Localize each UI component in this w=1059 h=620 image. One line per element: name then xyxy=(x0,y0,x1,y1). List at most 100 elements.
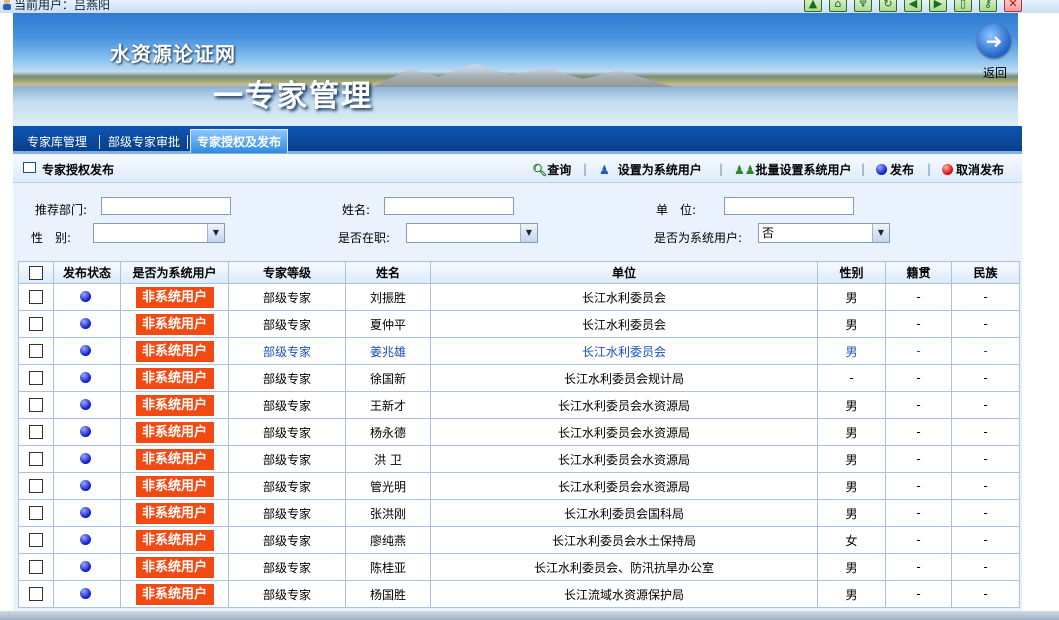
unit-cell: 长江水利委员会 xyxy=(430,283,818,311)
row-checkbox[interactable] xyxy=(29,344,43,359)
publish-status-icon xyxy=(80,507,91,518)
origin-cell: - xyxy=(885,472,952,500)
row-checkbox[interactable] xyxy=(29,560,43,575)
name-input[interactable] xyxy=(384,197,514,215)
system-user-cell: 非系统用户 xyxy=(120,391,229,419)
table-row[interactable]: 非系统用户 部级专家洪 卫长江水利委员会水资源局男 - - xyxy=(18,445,1020,473)
table-row[interactable]: 非系统用户 部级专家 杨国胜 长江流域水资源保护局男 - - xyxy=(18,580,1020,608)
system-user-badge[interactable]: 非系统用户 xyxy=(135,340,214,362)
tab-expert-library[interactable]: 专家库管理 xyxy=(21,131,93,153)
system-user-badge[interactable]: 非系统用户 xyxy=(135,502,214,524)
table-row[interactable]: 非系统用户 部级专家 廖纯燕 长江水利委员会水土保持局女 - - xyxy=(18,526,1020,554)
system-user-cell: 非系统用户 xyxy=(120,472,229,500)
name-cell[interactable]: 陈桂亚 xyxy=(345,553,431,581)
gender-select[interactable]: ▼ xyxy=(93,223,225,243)
system-user-cell: 非系统用户 xyxy=(120,445,229,473)
gender-cell: 男 xyxy=(817,553,886,581)
origin-cell: - xyxy=(885,283,952,311)
name-cell[interactable]: 洪 卫 xyxy=(345,445,431,473)
row-checkbox[interactable] xyxy=(29,533,43,548)
table-row[interactable]: 非系统用户 部级专家 管光明 长江水利委员会水资源局男 - - xyxy=(18,472,1020,500)
column-header[interactable]: 籍贯 xyxy=(885,261,952,284)
table-row[interactable]: 非系统用户 部级专家 陈桂亚 长江水利委员会、防汛抗旱办公室男 - - xyxy=(18,553,1020,581)
name-cell[interactable]: 徐国新 xyxy=(345,364,431,392)
name-cell[interactable]: 杨国胜 xyxy=(345,580,431,608)
exit-icon[interactable]: ▯ xyxy=(954,0,972,12)
refresh-icon[interactable]: ↻ xyxy=(879,0,897,12)
system-user-badge[interactable]: 非系统用户 xyxy=(135,583,214,605)
level-cell: 部级专家 xyxy=(228,418,346,446)
forward-arrow-icon[interactable]: ▶ xyxy=(929,0,947,12)
close-icon[interactable]: ✕ xyxy=(1004,0,1022,12)
is-system-user-select[interactable]: 否 ▼ xyxy=(758,223,890,243)
back-button[interactable]: ➜ xyxy=(977,24,1011,58)
name-cell[interactable]: 杨永德 xyxy=(345,418,431,446)
ethnic-cell: - xyxy=(951,499,1020,527)
publish-status-cell xyxy=(53,391,121,419)
dept-input[interactable] xyxy=(101,197,231,215)
set-system-user-button[interactable]: ♟ 设置为系统用户 xyxy=(599,161,702,178)
row-checkbox[interactable] xyxy=(29,587,43,602)
system-user-badge[interactable]: 非系统用户 xyxy=(135,421,214,443)
table-row[interactable]: 非系统用户 部级专家 张洪刚 长江水利委员会国科局男 - - xyxy=(18,499,1020,527)
table-row[interactable]: 非系统用户 部级专家 杨永德 长江水利委员会水资源局男 - - xyxy=(18,418,1020,446)
back-arrow-icon[interactable]: ◀ xyxy=(904,0,922,12)
name-cell[interactable]: 姜兆雄 xyxy=(345,337,431,365)
publish-status-cell xyxy=(53,526,121,554)
row-checkbox[interactable] xyxy=(29,290,43,305)
column-header[interactable]: 民族 xyxy=(951,261,1020,284)
name-cell[interactable]: 刘振胜 xyxy=(345,283,431,311)
row-checkbox[interactable] xyxy=(29,371,43,386)
column-header[interactable]: 单位 xyxy=(430,261,818,284)
select-all-checkbox[interactable] xyxy=(29,265,43,280)
column-header[interactable]: 专家等级 xyxy=(228,261,346,284)
publish-status-icon xyxy=(80,345,91,356)
home-icon[interactable]: ⌂ xyxy=(829,0,847,12)
system-user-badge[interactable]: 非系统用户 xyxy=(135,556,214,578)
tab-ministry-approval[interactable]: 部级专家审批 xyxy=(102,131,186,153)
system-user-badge[interactable]: 非系统用户 xyxy=(135,367,214,389)
blue-dot-icon xyxy=(876,164,887,175)
table-row[interactable]: 非系统用户 部级专家 姜兆雄 长江水利委员会男 - - xyxy=(18,337,1020,365)
row-checkbox[interactable] xyxy=(29,398,43,413)
up-arrow-icon[interactable]: ▲ xyxy=(804,0,822,12)
name-cell[interactable]: 夏仲平 xyxy=(345,310,431,338)
system-user-badge[interactable]: 非系统用户 xyxy=(135,394,214,416)
table-row[interactable]: 非系统用户 部级专家 王新才 长江水利委员会水资源局男 - - xyxy=(18,391,1020,419)
table-row[interactable]: 非系统用户 部级专家 徐国新 长江水利委员会规计局 - - - xyxy=(18,364,1020,392)
table-row[interactable]: 非系统用户 部级专家 夏仲平 长江水利委员会男 - - xyxy=(18,310,1020,338)
system-user-badge[interactable]: 非系统用户 xyxy=(135,448,214,470)
row-checkbox[interactable] xyxy=(29,479,43,494)
row-checkbox[interactable] xyxy=(29,452,43,467)
system-user-badge[interactable]: 非系统用户 xyxy=(135,475,214,497)
batch-set-system-user-button[interactable]: ♟♟批量设置系统用户 xyxy=(734,161,852,178)
name-cell[interactable]: 廖纯燕 xyxy=(345,526,431,554)
unit-input[interactable] xyxy=(724,197,854,215)
publish-button[interactable]: 发布 xyxy=(876,161,914,178)
system-user-badge[interactable]: 非系统用户 xyxy=(135,286,214,308)
query-button[interactable]: 🔍︎查询 xyxy=(532,161,571,178)
name-cell[interactable]: 王新才 xyxy=(345,391,431,419)
gender-cell: - xyxy=(817,364,886,392)
row-checkbox[interactable] xyxy=(29,425,43,440)
key-icon[interactable]: ⚷ xyxy=(979,0,997,12)
name-cell[interactable]: 管光明 xyxy=(345,472,431,500)
system-user-badge[interactable]: 非系统用户 xyxy=(135,313,214,335)
row-checkbox[interactable] xyxy=(29,317,43,332)
origin-cell: - xyxy=(885,364,952,392)
column-header[interactable]: 发布状态 xyxy=(53,261,121,284)
level-cell: 部级专家 xyxy=(228,472,346,500)
column-header[interactable]: 是否为系统用户 xyxy=(120,261,229,284)
tree-icon[interactable]: ♆ xyxy=(854,0,872,12)
back-label[interactable]: 返回 xyxy=(983,64,1007,81)
system-user-badge[interactable]: 非系统用户 xyxy=(135,529,214,551)
column-header[interactable]: 性别 xyxy=(817,261,886,284)
tab-authorization-publish[interactable]: 专家授权及发布 xyxy=(190,129,289,153)
table-row[interactable]: 非系统用户 部级专家 刘振胜 长江水利委员会男 - - xyxy=(18,283,1020,311)
publish-status-icon xyxy=(80,453,91,464)
column-header[interactable]: 姓名 xyxy=(345,261,431,284)
row-checkbox[interactable] xyxy=(29,506,43,521)
on-duty-select[interactable]: ▼ xyxy=(406,223,538,243)
name-cell[interactable]: 张洪刚 xyxy=(345,499,431,527)
unpublish-button[interactable]: 取消发布 xyxy=(942,161,1004,178)
